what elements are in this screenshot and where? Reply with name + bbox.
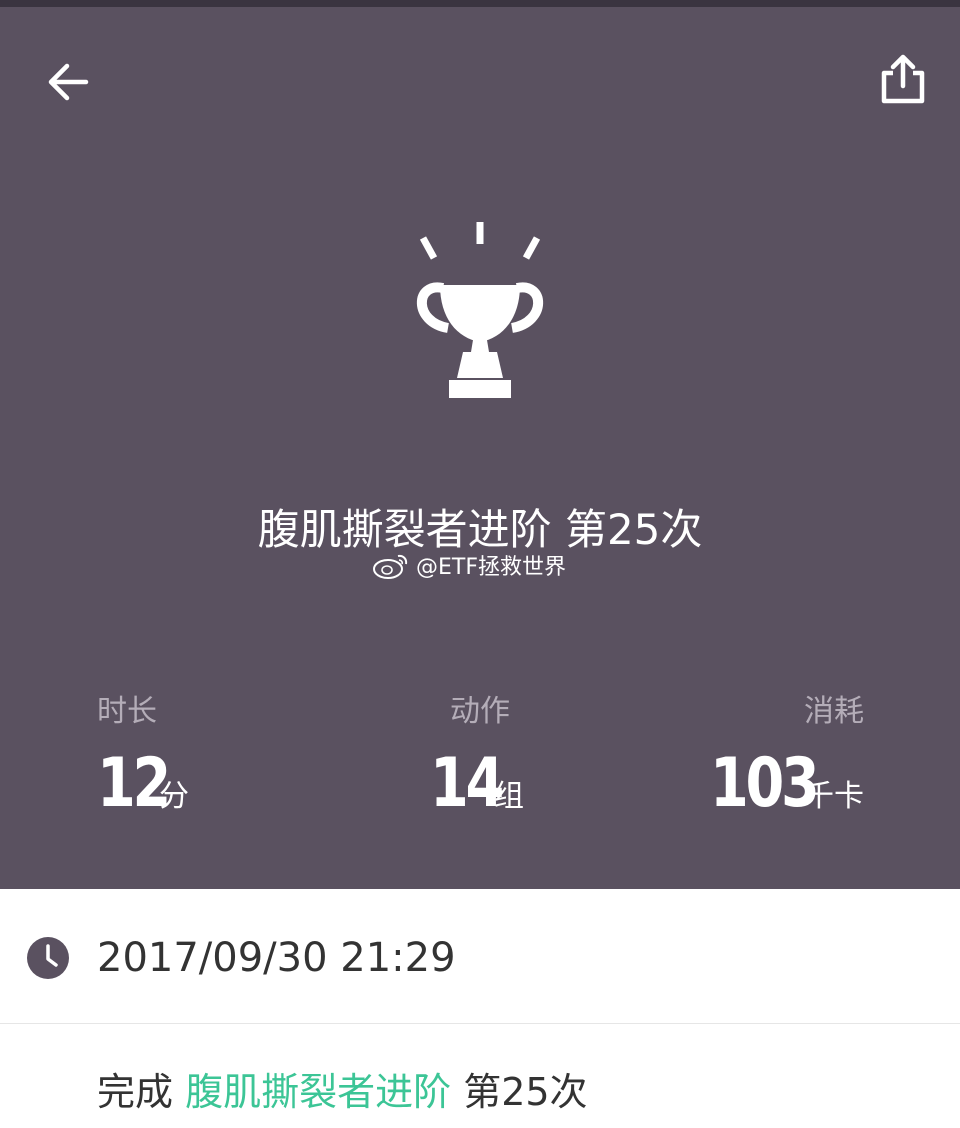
stat-duration-number: 12 bbox=[97, 744, 171, 823]
stat-calories: 消耗 103千卡 bbox=[710, 690, 864, 822]
workout-datetime: 2017/09/30 21:29 bbox=[97, 935, 456, 981]
share-icon bbox=[881, 54, 925, 104]
watermark: @ETF拯救世界 bbox=[372, 548, 566, 582]
stat-calories-value: 103千卡 bbox=[710, 746, 864, 822]
stat-duration-label: 时长 bbox=[97, 694, 157, 729]
summary-suffix: 第25次 bbox=[451, 1070, 588, 1114]
stat-duration-value: 12分 bbox=[97, 746, 189, 822]
arrow-left-icon bbox=[48, 63, 89, 101]
back-button[interactable] bbox=[36, 50, 100, 114]
summary-prefix: 完成 bbox=[97, 1070, 186, 1114]
stat-duration: 时长 12分 bbox=[97, 690, 189, 822]
trophy-icon bbox=[416, 222, 544, 398]
status-strip bbox=[0, 0, 960, 7]
weibo-logo-icon bbox=[373, 554, 408, 579]
stat-actions-label: 动作 bbox=[450, 694, 510, 729]
share-button[interactable] bbox=[868, 44, 938, 114]
stat-actions-number: 14 bbox=[430, 744, 504, 823]
stat-actions: 动作 14组 bbox=[430, 690, 530, 822]
stat-actions-value: 14组 bbox=[430, 746, 530, 822]
stat-calories-number: 103 bbox=[710, 744, 820, 823]
completion-summary: 完成 腹肌撕裂者进阶 第25次 bbox=[97, 1064, 588, 1120]
clock-icon bbox=[27, 937, 69, 979]
summary-workout-link[interactable]: 腹肌撕裂者进阶 bbox=[185, 1070, 451, 1114]
watermark-text: @ETF拯救世界 bbox=[416, 555, 566, 580]
stat-calories-label: 消耗 bbox=[804, 694, 864, 729]
